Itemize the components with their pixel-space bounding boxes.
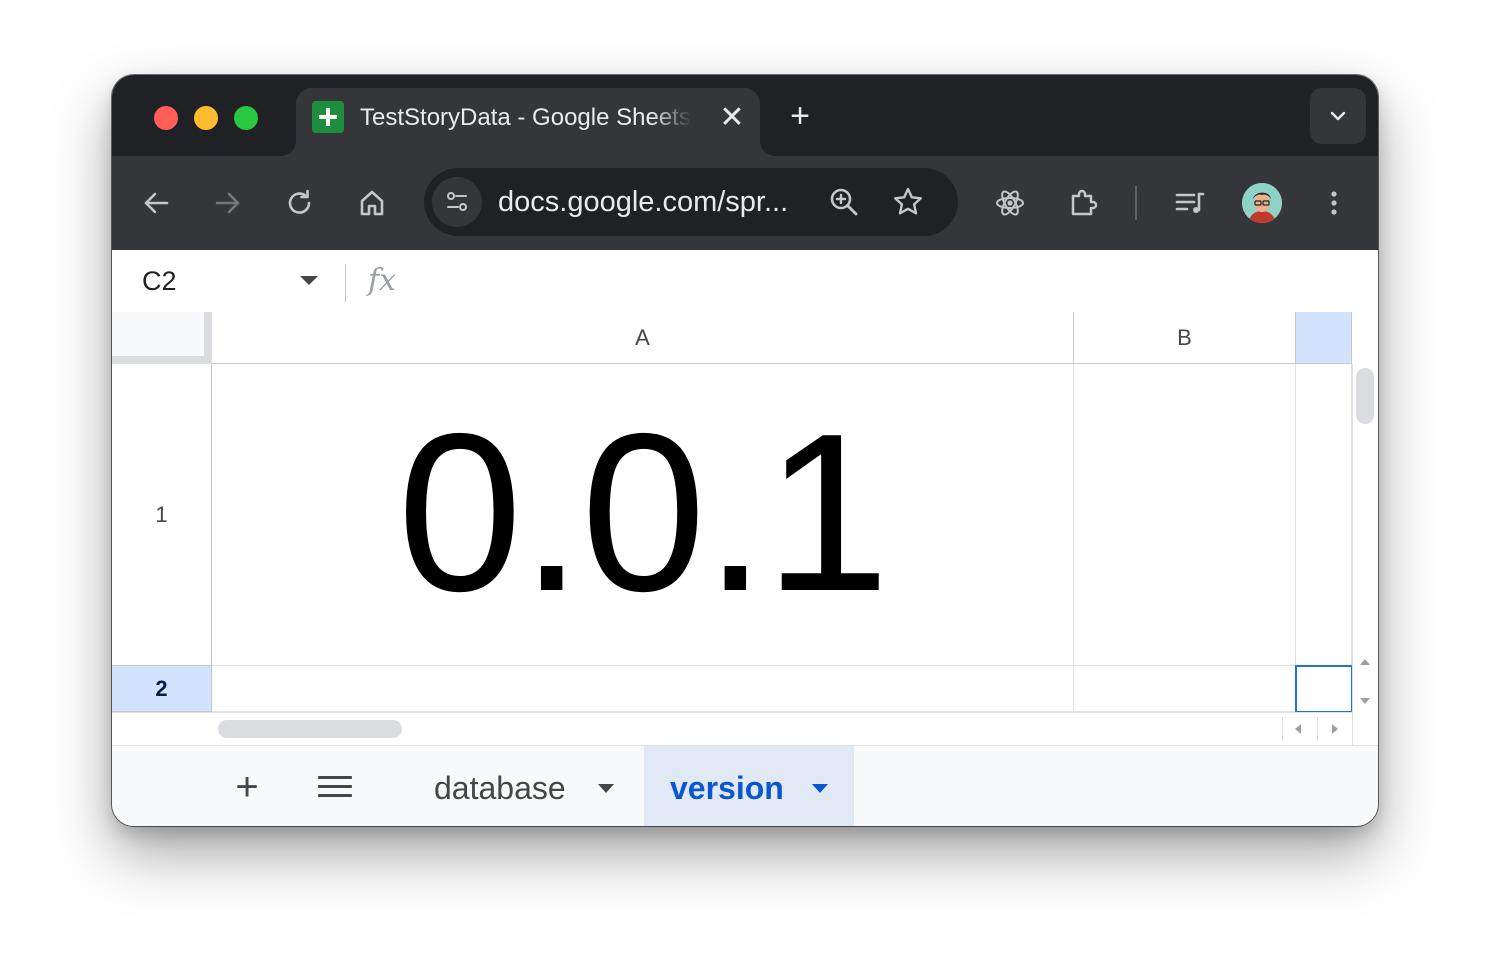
address-bar[interactable]: docs.google.com/spr...	[424, 168, 958, 236]
cell-b1[interactable]	[1074, 364, 1296, 666]
formula-bar: C2 fx	[112, 250, 1378, 313]
fx-icon: fx	[368, 263, 397, 298]
extensions-button[interactable]	[1066, 185, 1102, 221]
scroll-arrow-divider	[1317, 717, 1318, 741]
star-icon	[893, 187, 922, 215]
cell-a2[interactable]	[212, 666, 1074, 712]
reload-icon	[288, 189, 311, 214]
new-tab-button[interactable]: +	[784, 99, 816, 133]
toolbar-divider	[1135, 186, 1137, 220]
media-controls-button[interactable]	[1172, 185, 1208, 221]
browser-menu-button[interactable]	[1316, 185, 1352, 221]
react-atom-icon	[996, 190, 1024, 216]
google-sheets-favicon-icon	[312, 101, 344, 133]
puzzle-piece-icon	[1071, 189, 1098, 216]
home-icon	[360, 190, 384, 216]
row-header-2[interactable]: 2	[112, 666, 212, 712]
sheet-tab-label: database	[434, 770, 566, 806]
sheet-tab-dropdown-icon[interactable]	[598, 784, 614, 793]
bookmark-button[interactable]	[890, 184, 926, 220]
url-text[interactable]: docs.google.com/spr...	[498, 185, 808, 219]
menu-line	[318, 776, 352, 779]
sheet-tab-dropdown-icon[interactable]	[812, 784, 828, 793]
minimize-window-button[interactable]	[194, 106, 218, 130]
vertical-scrollbar[interactable]	[1352, 364, 1378, 745]
name-box-dropdown-icon[interactable]	[300, 276, 318, 285]
select-all-corner[interactable]	[112, 312, 213, 365]
tune-icon	[447, 192, 467, 211]
sheet-tab-label: version	[670, 770, 784, 806]
forward-button[interactable]	[210, 185, 246, 221]
user-avatar-icon	[1242, 183, 1282, 223]
reload-button[interactable]	[282, 185, 318, 221]
zoom-in-icon	[830, 188, 858, 216]
cell-a1-value: 0.0.1	[397, 386, 889, 638]
back-button[interactable]	[138, 185, 174, 221]
cell-b2[interactable]	[1074, 666, 1296, 712]
scroll-arrow-divider	[1282, 717, 1283, 741]
queue-music-icon	[1175, 192, 1205, 213]
chevron-down-icon	[1330, 111, 1346, 121]
row-header-1[interactable]: 1	[112, 364, 212, 666]
zoom-button[interactable]	[826, 184, 862, 220]
arrow-left-icon	[144, 192, 169, 214]
all-sheets-menu-button[interactable]	[318, 776, 352, 798]
horizontal-scroll-thumb[interactable]	[218, 720, 402, 738]
spreadsheet-grid: A B 1 2 0.0.1	[112, 312, 1378, 745]
formula-input[interactable]	[412, 264, 1352, 298]
scroll-left-arrow-icon[interactable]	[1295, 724, 1301, 734]
tab-strip: TestStoryData - Google Sheets ✕ +	[112, 75, 1378, 156]
scroll-up-arrow-icon[interactable]	[1360, 659, 1370, 665]
tab-close-icon[interactable]: ✕	[716, 102, 748, 134]
column-header-c[interactable]	[1296, 312, 1352, 364]
more-vert-icon	[1331, 191, 1337, 215]
sheet-tabs-bar: + database version	[112, 745, 1378, 826]
sheet-tab-version[interactable]: version	[644, 746, 854, 826]
maximize-window-button[interactable]	[234, 106, 258, 130]
close-window-button[interactable]	[154, 106, 178, 130]
active-cell-selection[interactable]	[1295, 665, 1353, 713]
home-button[interactable]	[354, 185, 390, 221]
column-header-b[interactable]: B	[1074, 312, 1296, 364]
tab-title: TestStoryData - Google Sheets	[360, 104, 691, 131]
browser-window: TestStoryData - Google Sheets ✕ + docs.g…	[112, 75, 1378, 826]
menu-line	[318, 785, 352, 788]
formula-bar-divider	[345, 264, 346, 302]
cell-a1[interactable]: 0.0.1	[212, 364, 1074, 666]
scroll-right-arrow-icon[interactable]	[1332, 724, 1338, 734]
tab-search-button[interactable]	[1310, 88, 1366, 144]
add-sheet-button[interactable]: +	[230, 767, 264, 807]
scroll-down-arrow-icon[interactable]	[1360, 698, 1370, 704]
browser-tab-active[interactable]: TestStoryData - Google Sheets ✕	[280, 88, 776, 156]
site-info-button[interactable]	[432, 177, 482, 227]
profile-avatar[interactable]	[1242, 183, 1282, 223]
vertical-scroll-thumb[interactable]	[1356, 368, 1374, 424]
cell-c1[interactable]	[1296, 364, 1352, 666]
name-box[interactable]: C2	[142, 264, 302, 298]
menu-line	[318, 794, 352, 797]
freeze-column-handle[interactable]	[204, 312, 212, 358]
column-header-a[interactable]: A	[212, 312, 1074, 364]
horizontal-scrollbar[interactable]	[112, 712, 1352, 745]
sheet-tab-database[interactable]: database	[408, 746, 644, 826]
arrow-right-icon	[215, 192, 240, 214]
freeze-row-handle[interactable]	[112, 356, 212, 364]
react-devtools-extension-button[interactable]	[992, 185, 1028, 221]
browser-toolbar: docs.google.com/spr...	[112, 156, 1378, 250]
